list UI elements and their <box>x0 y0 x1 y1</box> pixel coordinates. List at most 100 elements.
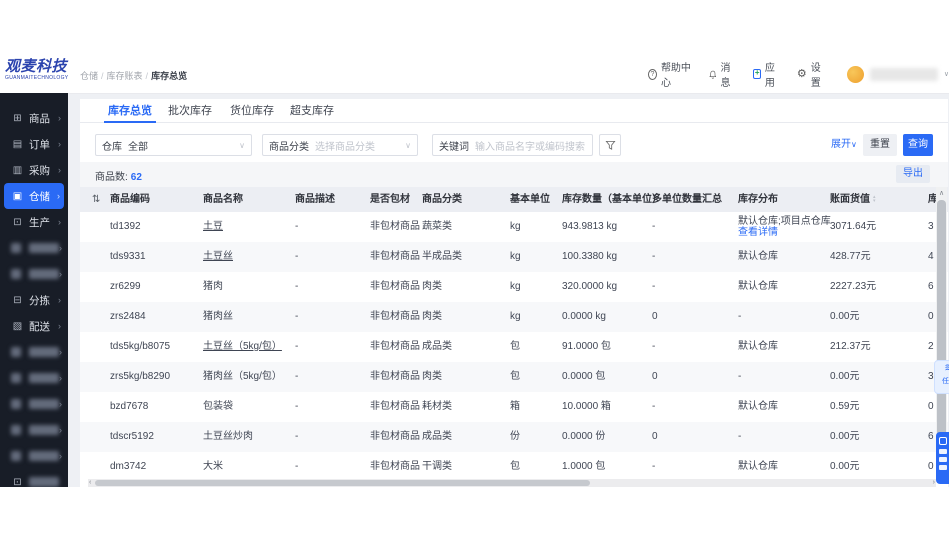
horizontal-scroll-thumb[interactable] <box>95 480 590 486</box>
cell-unit: 包 <box>510 461 520 472</box>
sidebar-menu: ⊞ 商品 › ▤ 订单 › ▥ 采购 › ▣ 仓储 › ⊡ 生产 › › › ⊟ 分拣 › ▧ 配送 › › › › › › ⊡ <box>0 93 68 487</box>
side-float-button[interactable] <box>936 432 949 484</box>
cell-name[interactable]: 猪肉丝 <box>203 302 233 332</box>
sorting-icon: ⊟ <box>13 294 22 306</box>
float-button-icon <box>939 437 947 445</box>
redacted-label <box>29 399 59 409</box>
tab-batch-inventory[interactable]: 批次库存 <box>164 99 216 123</box>
cell-qty: 0.0000 kg <box>562 311 606 322</box>
sidebar-item-redacted[interactable]: ⊡ <box>0 469 68 487</box>
table-row: tds5kg/b8075 土豆丝（5kg/包） - 非包材商品 成品类 包 91.0000 … <box>80 332 948 362</box>
sidebar-item-redacted[interactable]: › <box>0 391 68 417</box>
chevron-down-icon: ∨ <box>239 140 245 150</box>
cell-pack: 非包材商品 <box>370 401 420 412</box>
vertical-scroll-thumb[interactable] <box>937 200 946 458</box>
breadcrumb-item[interactable]: 仓储 <box>80 71 98 81</box>
brand-logo[interactable]: 观麦科技 GUANMAITECHNOLOGY <box>5 59 75 82</box>
breadcrumb-item[interactable]: 库存账表 <box>107 71 143 81</box>
category-label: 商品分类 <box>269 141 309 153</box>
sidebar-item-redacted[interactable]: › <box>0 235 68 261</box>
scroll-right-arrow[interactable]: › <box>933 479 935 487</box>
customize-columns-icon[interactable]: ⇅ <box>92 187 100 212</box>
cell-category: 肉类 <box>422 371 442 382</box>
chevron-right-icon: › <box>59 269 62 279</box>
table-header: ⇅ 商品编码 商品名称 商品描述 是否包材 商品分类 基本单位 库存数量（基本单… <box>80 187 948 212</box>
cell-desc: - <box>295 341 299 352</box>
warehouse-select[interactable]: 仓库 全部 ∨ <box>95 134 252 156</box>
cell-value: 3071.64元 <box>830 221 877 232</box>
tab-overdraft-inventory[interactable]: 超支库存 <box>286 99 338 123</box>
cell-multi: - <box>652 401 656 412</box>
scroll-left-arrow[interactable]: ‹ <box>89 479 91 487</box>
chevron-right-icon: › <box>59 347 62 357</box>
cell-unit: 箱 <box>510 401 520 412</box>
sidebar-item-redacted[interactable]: › <box>0 339 68 365</box>
help-center-button[interactable]: ? 帮助中心 <box>648 59 692 89</box>
warehouse-label: 仓库 <box>102 141 122 153</box>
cell-dist: 默认仓库 <box>738 461 778 472</box>
scroll-up-arrow[interactable]: ∧ <box>936 189 947 197</box>
settings-label: 设置 <box>810 63 821 89</box>
apps-icon <box>752 68 761 79</box>
user-account-menu[interactable]: ∨ <box>846 65 949 83</box>
category-select[interactable]: 商品分类 选择商品分类 ∨ <box>262 134 418 156</box>
task-panel-float-button[interactable]: ≋ 任务 <box>934 360 949 394</box>
cell-dist: - <box>738 311 742 322</box>
sidebar-item-商品[interactable]: ⊞ 商品 › <box>0 105 68 131</box>
reset-button[interactable]: 重置 <box>863 134 897 156</box>
tab-location-inventory[interactable]: 货位库存 <box>226 99 278 123</box>
settings-button[interactable]: ⚙ 设置 <box>797 59 824 89</box>
cell-value: 0.00元 <box>830 311 860 322</box>
warehouse-value: 全部 <box>128 141 148 153</box>
tab-inventory-overview[interactable]: 库存总览 <box>100 99 160 123</box>
cell-name[interactable]: 土豆丝 <box>203 242 233 272</box>
cell-code: td1392 <box>110 221 141 232</box>
cell-name[interactable]: 包装袋 <box>203 392 233 422</box>
sort-icon[interactable]: ▴ ▾ <box>873 195 876 204</box>
cell-name[interactable]: 猪肉 <box>203 272 223 302</box>
sidebar-item-采购[interactable]: ▥ 采购 › <box>0 157 68 183</box>
cell-name[interactable]: 土豆丝（5kg/包） <box>203 332 282 362</box>
export-button[interactable]: 导出 <box>896 165 930 183</box>
product-count-value: 62 <box>130 172 142 183</box>
redacted-label <box>29 425 59 435</box>
task-icon: ≋ <box>935 361 949 376</box>
table-row: zrs5kg/b8290 猪肉丝（5kg/包） - 非包材商品 肉类 包 0.0000 包 0… <box>80 362 948 392</box>
cell-multi: - <box>652 461 656 472</box>
sidebar-item-redacted[interactable]: › <box>0 261 68 287</box>
cell-name[interactable]: 猪肉丝（5kg/包） <box>203 362 282 392</box>
sidebar-item-仓储[interactable]: ▣ 仓储 › <box>4 183 64 209</box>
sidebar-item-配送[interactable]: ▧ 配送 › <box>0 313 68 339</box>
advanced-filter-button[interactable] <box>599 134 621 156</box>
sidebar-item-redacted[interactable]: › <box>0 417 68 443</box>
sidebar-item-分拣[interactable]: ⊟ 分拣 › <box>0 287 68 313</box>
cell-value: 212.37元 <box>830 341 871 352</box>
sidebar-item-label: 订单 <box>29 138 50 151</box>
apps-label: 应用 <box>764 63 775 89</box>
sidebar-item-redacted[interactable]: › <box>0 443 68 469</box>
cell-unit: kg <box>510 221 521 232</box>
sidebar-item-订单[interactable]: ▤ 订单 › <box>0 131 68 157</box>
keyword-label: 关键词 <box>439 141 469 153</box>
apps-button[interactable]: 应用 <box>752 59 780 89</box>
redacted-icon <box>11 243 21 253</box>
sidebar-item-生产[interactable]: ⊡ 生产 › <box>0 209 68 235</box>
report-icon: ⊡ <box>13 476 22 488</box>
expand-filters-link[interactable]: 展开∨ <box>831 134 857 156</box>
cell-name[interactable]: 土豆丝炒肉 <box>203 422 253 452</box>
gear-icon: ⚙ <box>796 67 807 80</box>
cell-multi: 0 <box>652 371 658 382</box>
horizontal-scrollbar[interactable]: ‹ › <box>88 479 936 487</box>
cell-pack: 非包材商品 <box>370 251 420 262</box>
query-button[interactable]: 查询 <box>903 134 933 156</box>
purchase-icon: ▥ <box>12 164 23 176</box>
cell-qty: 320.0000 kg <box>562 281 618 292</box>
cell-name[interactable]: 土豆 <box>203 212 223 242</box>
view-details-link[interactable]: 查看详情 <box>738 227 778 238</box>
cell-name[interactable]: 大米 <box>203 452 223 482</box>
col-header-desc: 商品描述 <box>295 194 335 205</box>
sidebar-item-redacted[interactable]: › <box>0 365 68 391</box>
task-label: 任务 <box>942 378 949 385</box>
keyword-input[interactable]: 关键词 输入商品名字或编码搜索 <box>432 134 593 156</box>
messages-button[interactable]: 消息 <box>709 59 736 89</box>
